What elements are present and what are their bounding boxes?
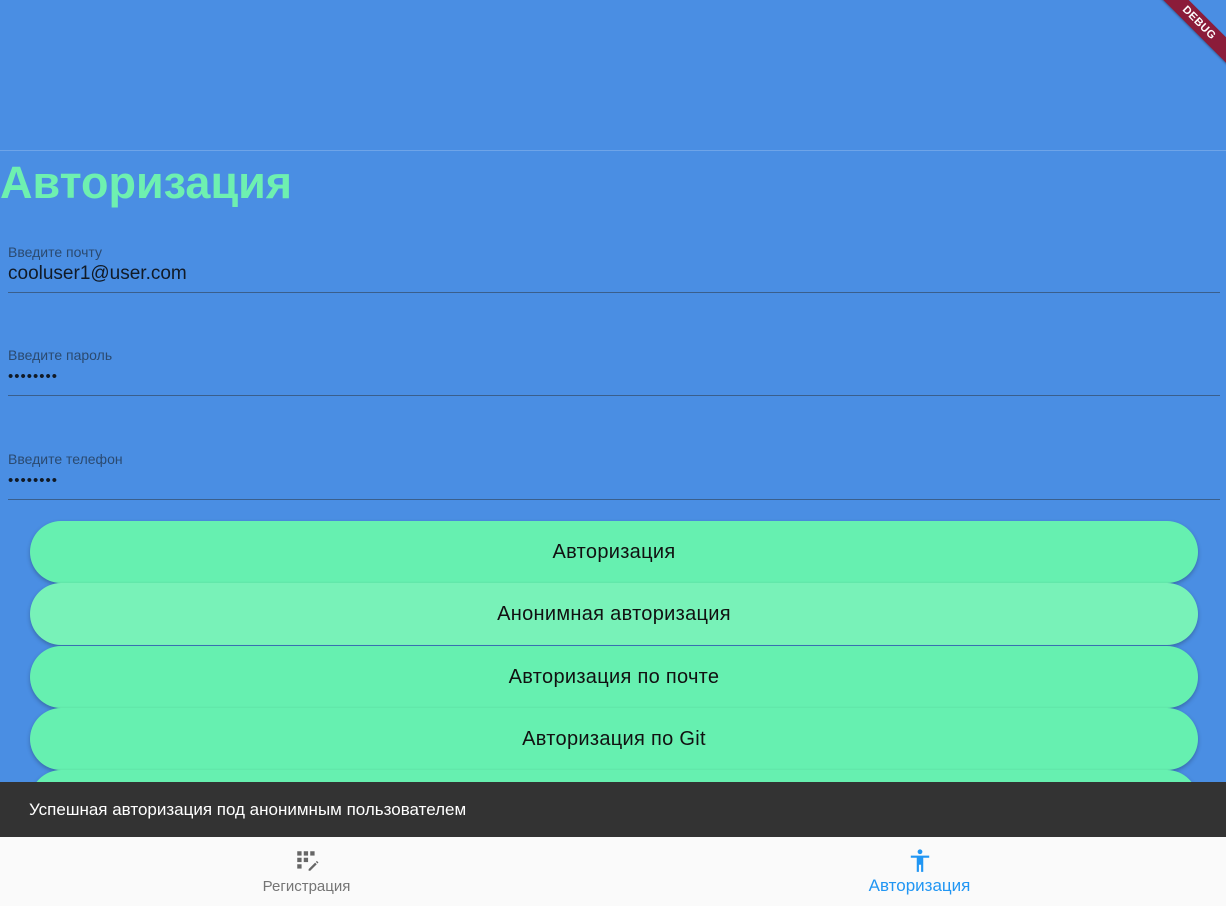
login-button[interactable]: Авторизация: [30, 521, 1198, 583]
debug-banner: DEBUG: [1156, 0, 1226, 70]
nav-label-registration: Регистрация: [262, 878, 351, 895]
email-input[interactable]: [8, 262, 1220, 286]
phone-field[interactable]: Введите телефон: [8, 451, 1220, 500]
password-input[interactable]: [8, 365, 1220, 389]
app-bar: DEBUG: [0, 0, 1226, 151]
phone-field-label: Введите телефон: [8, 451, 123, 467]
app-registration-icon: [296, 851, 318, 871]
phone-input[interactable]: [8, 469, 1220, 493]
debug-banner-label: DEBUG: [1156, 0, 1226, 69]
page-title: Авторизация: [0, 157, 293, 208]
nav-label-authorization: Авторизация: [868, 875, 971, 895]
anonymous-login-button[interactable]: Анонимная авторизация: [30, 583, 1198, 645]
git-login-button[interactable]: Авторизация по Git: [30, 708, 1198, 770]
password-field[interactable]: Введите пароль: [8, 347, 1220, 396]
snackbar-message: Успешная авторизация под анонимным польз…: [29, 799, 467, 819]
bottom-navigation: Регистрация Авторизация: [0, 837, 1226, 906]
nav-item-authorization[interactable]: Авторизация: [613, 837, 1226, 906]
email-field[interactable]: Введите почту: [8, 244, 1220, 293]
snackbar: Успешная авторизация под анонимным польз…: [0, 782, 1226, 837]
password-field-label: Введите пароль: [8, 347, 113, 363]
nav-item-registration[interactable]: Регистрация: [0, 837, 613, 906]
email-field-label: Введите почту: [8, 244, 102, 260]
email-login-button[interactable]: Авторизация по почте: [30, 646, 1198, 708]
accessibility-icon: [910, 848, 929, 872]
